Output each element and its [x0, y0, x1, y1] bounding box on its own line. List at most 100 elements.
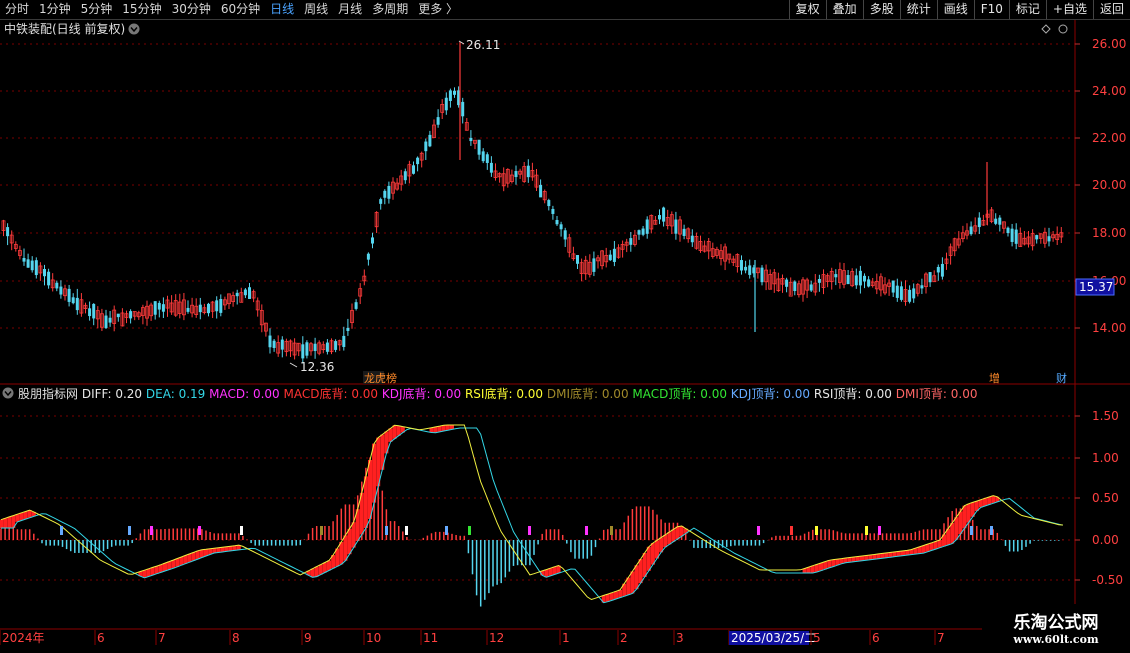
time-axis-label: 3: [676, 631, 684, 645]
candle-body: [1006, 227, 1010, 234]
time-axis-label: 7: [937, 631, 945, 645]
period-tab-1[interactable]: 1分钟: [34, 0, 76, 19]
candle-body: [55, 282, 59, 289]
toolbar-button-6[interactable]: 标记: [1008, 0, 1046, 19]
toolbar-button-0[interactable]: 复权: [788, 0, 826, 19]
candle-body: [740, 260, 743, 271]
indicator-field-value: 0.00: [951, 387, 978, 401]
candle-body: [592, 258, 596, 272]
time-axis-label: 12: [489, 631, 504, 645]
signal-marker: [128, 526, 131, 535]
candle-body: [280, 339, 284, 350]
period-tab-9[interactable]: 多周期: [367, 0, 413, 19]
lhb-marker[interactable]: 龙虎榜: [363, 371, 397, 385]
time-axis-label: 11: [423, 631, 438, 645]
site-watermark: 乐淘公式网 www.60lt.com: [982, 604, 1130, 650]
candle-body: [551, 208, 555, 214]
candle-body: [690, 235, 694, 243]
toolbar-button-7[interactable]: +自选: [1045, 0, 1093, 19]
candle-body: [6, 227, 10, 237]
candle-body: [977, 217, 981, 228]
indicator-axis-label: -0.50: [1092, 573, 1123, 587]
candle-body: [547, 200, 551, 207]
kline-macd-chart[interactable]: 中铁装配(日线 前复权) 26.0024.0022.0020.0018.0016…: [0, 20, 1130, 650]
period-tab-7[interactable]: 周线: [299, 0, 333, 19]
toolbar-button-3[interactable]: 统计: [899, 0, 937, 19]
toolbar-button-1[interactable]: 叠加: [825, 0, 863, 19]
candle-body: [744, 266, 748, 271]
toolbar-button-4[interactable]: 画线: [936, 0, 974, 19]
candle-body: [785, 279, 789, 287]
candle-body: [641, 228, 645, 235]
candle-body: [30, 260, 34, 271]
signal-marker: [790, 526, 793, 535]
candle-body: [1010, 228, 1014, 242]
low-label: 12.36: [300, 360, 334, 374]
candle-body: [235, 292, 239, 297]
candle-body: [481, 151, 485, 162]
candle-body: [157, 302, 161, 310]
candle-body: [428, 134, 432, 147]
signal-marker: [528, 526, 531, 535]
zeng-marker[interactable]: 增: [989, 371, 1000, 385]
main-chart-title: 中铁装配(日线 前复权): [4, 21, 125, 36]
candle-body: [387, 185, 391, 199]
candle-body: [366, 253, 370, 260]
candlesticks: [1, 42, 1064, 364]
candle-body: [248, 287, 251, 299]
candle-body: [1047, 236, 1051, 242]
circle-icon[interactable]: [1058, 24, 1068, 34]
candle-body: [444, 97, 448, 111]
period-tab-2[interactable]: 5分钟: [76, 0, 118, 19]
period-tab-8[interactable]: 月线: [333, 0, 367, 19]
candle-body: [325, 342, 329, 352]
indicator-grid: 1.50 1.00 0.50 0.00 -0.50: [0, 409, 1123, 587]
indicator-dropdown-icon[interactable]: [2, 387, 14, 399]
price-axis-label: 24.00: [1092, 84, 1126, 98]
candle-body: [268, 335, 272, 348]
candle-body: [612, 248, 616, 262]
indicator-field-value: 0.00: [351, 387, 382, 401]
period-tab-5[interactable]: 60分钟: [216, 0, 265, 19]
indicator-axis-label: 0.00: [1092, 533, 1119, 547]
candle-body: [219, 298, 223, 313]
lhb-marker-text: 龙虎榜: [364, 371, 397, 385]
indicator-field-label: DMI底背:: [547, 386, 602, 401]
signal-marker: [865, 526, 868, 535]
period-tab-0[interactable]: 分时: [0, 0, 34, 19]
toolbar-button-8[interactable]: 返回: [1092, 0, 1130, 19]
candle-body: [469, 137, 473, 142]
indicator-field-label: DEA:: [146, 387, 179, 401]
cai-marker[interactable]: 财: [1056, 371, 1067, 385]
candle-body: [186, 307, 190, 312]
candle-body: [760, 267, 764, 283]
candle-body: [477, 139, 481, 155]
time-axis-label: 2: [620, 631, 628, 645]
period-tab-3[interactable]: 15分钟: [117, 0, 166, 19]
candle-body: [342, 335, 346, 347]
watermark-line2: www.60lt.com: [1013, 633, 1099, 646]
time-axis-label: 1: [562, 631, 570, 645]
period-tab-10[interactable]: 更多 〉: [413, 0, 463, 19]
period-tabs: 分时 1分钟 5分钟 15分钟 30分钟 60分钟 日线 周线 月线 多周期 更多 〉: [0, 0, 463, 19]
candle-body: [371, 237, 374, 244]
candle-body: [26, 259, 30, 268]
candle-body: [834, 274, 838, 278]
period-tab-6[interactable]: 日线: [265, 0, 299, 19]
title-dropdown-icon[interactable]: [128, 23, 140, 35]
chart-area[interactable]: 中铁装配(日线 前复权) 26.0024.0022.0020.0018.0016…: [0, 20, 1130, 653]
candle-body: [1014, 229, 1018, 244]
candle-body: [416, 157, 420, 165]
toolbar-button-5[interactable]: F10: [973, 0, 1009, 19]
diamond-icon[interactable]: [1041, 24, 1051, 34]
candle-body: [129, 311, 133, 319]
indicator-field-value: 0.00: [516, 387, 547, 401]
indicator-field-value: 0.20: [115, 387, 146, 401]
indicator-field-value: 0.00: [783, 387, 814, 401]
period-tab-4[interactable]: 30分钟: [167, 0, 216, 19]
candle-body: [403, 171, 407, 181]
indicator-field-value: 0.00: [602, 387, 633, 401]
cai-marker-text: 财: [1056, 371, 1067, 385]
indicator-field-label: MACD底背:: [284, 386, 352, 401]
toolbar-button-2[interactable]: 多股: [862, 0, 900, 19]
